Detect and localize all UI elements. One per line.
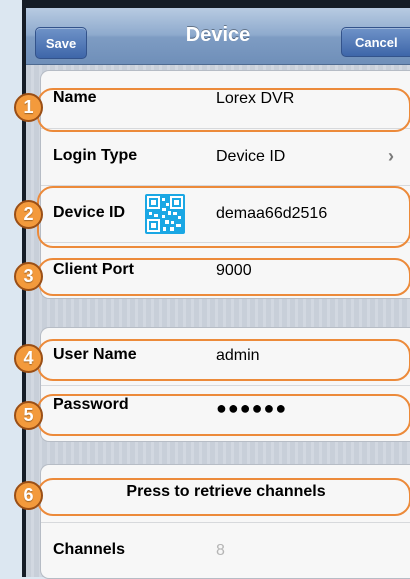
channels-group: Press to retrieve channels Channels 8 [40,464,410,579]
callout-badge-4: 4 [14,344,43,373]
channels-row: Channels 8 [41,522,410,579]
client-port-label: Client Port [53,261,134,278]
settings-table: Name Lorex DVR Login Type Device ID › De… [26,65,410,579]
channels-value: 8 [216,542,225,559]
login-type-row[interactable]: Login Type Device ID › [41,128,410,185]
name-label: Name [53,89,97,106]
cancel-button[interactable]: Cancel [341,27,410,57]
password-row[interactable]: Password ●●●●●● [41,385,410,442]
credentials-group: User Name admin Password ●●●●●● [40,327,410,442]
name-value[interactable]: Lorex DVR [216,90,294,108]
user-name-row[interactable]: User Name admin [41,328,410,384]
user-name-value[interactable]: admin [216,347,260,365]
device-settings-group: Name Lorex DVR Login Type Device ID › De… [40,70,410,299]
client-port-value[interactable]: 9000 [216,262,252,280]
name-row[interactable]: Name Lorex DVR [41,71,410,127]
retrieve-channels-button[interactable]: Press to retrieve channels [41,465,410,521]
navigation-bar: Save Device Cancel [26,8,410,65]
device-id-label: Device ID [53,204,126,221]
password-label: Password [53,396,129,413]
callout-badge-5: 5 [14,401,43,430]
retrieve-channels-label: Press to retrieve channels [126,483,326,500]
chevron-right-icon[interactable]: › [388,146,394,167]
login-type-value: Device ID [216,148,286,165]
user-name-label: User Name [53,346,137,363]
callout-badge-6: 6 [14,481,43,510]
device-id-value[interactable]: demaa66d2516 [216,205,327,223]
qr-code-icon[interactable] [145,194,185,234]
callout-badge-2: 2 [14,200,43,229]
callout-badge-1: 1 [14,93,43,122]
login-type-label: Login Type [53,147,138,164]
client-port-row[interactable]: Client Port 9000 [41,242,410,299]
callout-badge-3: 3 [14,262,43,291]
password-value[interactable]: ●●●●●● [216,398,287,419]
channels-label: Channels [53,541,126,558]
device-id-row[interactable]: Device ID demaa66d2516 [41,185,410,242]
